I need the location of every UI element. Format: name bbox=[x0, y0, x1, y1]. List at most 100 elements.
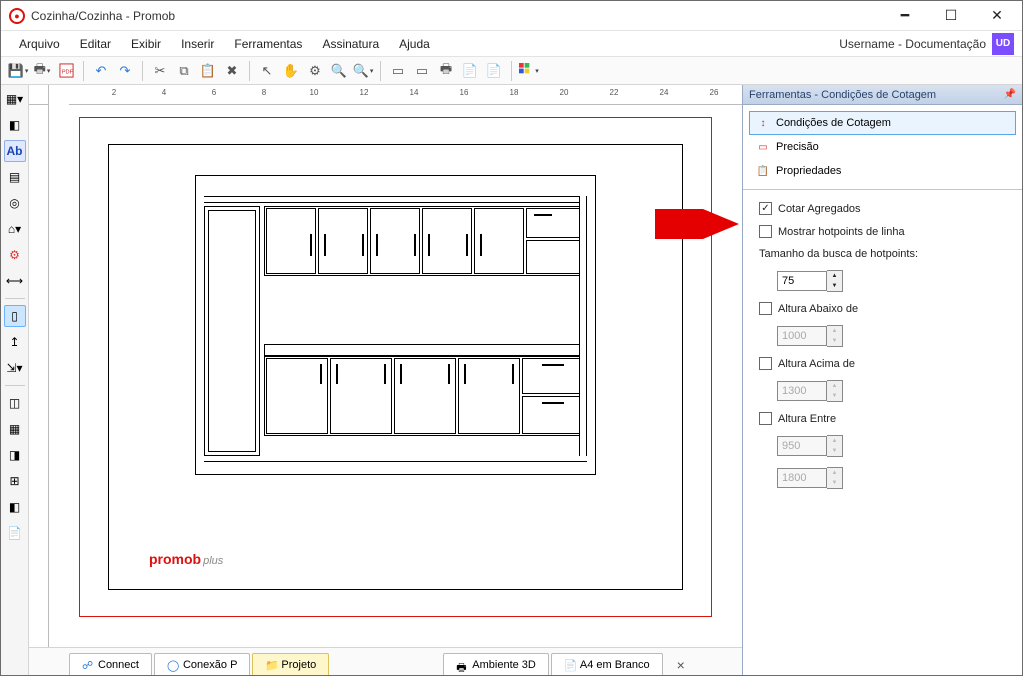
palette-icon[interactable]: ▾ bbox=[518, 60, 540, 82]
spin-down-icon[interactable]: ▼ bbox=[827, 391, 842, 401]
tool-misc1-icon[interactable]: ◫ bbox=[4, 392, 26, 414]
section-condicoes[interactable]: ↕Condições de Cotagem bbox=[749, 111, 1016, 135]
tool-grid-icon[interactable]: ▦▾ bbox=[4, 88, 26, 110]
entre1-value[interactable] bbox=[777, 436, 827, 456]
tab-projeto[interactable]: 📁Projeto bbox=[252, 653, 329, 675]
option-altura-entre[interactable]: Altura Entre bbox=[759, 412, 1006, 425]
rect-icon[interactable]: ▭ bbox=[411, 60, 433, 82]
print2-icon[interactable]: 🖶 bbox=[435, 60, 457, 82]
tool-misc3-icon[interactable]: ◨ bbox=[4, 444, 26, 466]
kitchen-drawing bbox=[204, 184, 587, 466]
pdf-icon[interactable]: PDF bbox=[55, 60, 77, 82]
menu-arquivo[interactable]: Arquivo bbox=[9, 34, 70, 54]
tool-misc5-icon[interactable]: ◧ bbox=[4, 496, 26, 518]
spin-up-icon[interactable]: ▲ bbox=[827, 326, 842, 336]
user-block[interactable]: Username - Documentação UD bbox=[839, 33, 1014, 55]
checkbox-entre[interactable] bbox=[759, 412, 772, 425]
panel-title: Ferramentas - Condições de Cotagem bbox=[749, 89, 936, 101]
spin-up-icon[interactable]: ▲ bbox=[827, 381, 842, 391]
menu-ferramentas[interactable]: Ferramentas bbox=[224, 34, 312, 54]
spin-down-icon[interactable]: ▼ bbox=[827, 478, 842, 488]
page-icon[interactable]: 📄 bbox=[459, 60, 481, 82]
close-button[interactable]: ✕ bbox=[974, 1, 1020, 31]
checkbox-mostrar[interactable] bbox=[759, 225, 772, 238]
tool-dim-icon[interactable]: ⟷ bbox=[4, 270, 26, 292]
cut-icon[interactable]: ✂ bbox=[149, 60, 171, 82]
entre2-value[interactable] bbox=[777, 468, 827, 488]
option-altura-acima[interactable]: Altura Acima de bbox=[759, 357, 1006, 370]
menu-exibir[interactable]: Exibir bbox=[121, 34, 171, 54]
brand-logo: promobplus bbox=[149, 551, 223, 567]
print-icon[interactable]: 🖶▾ bbox=[31, 60, 53, 82]
tab-a4[interactable]: 📄A4 em Branco bbox=[551, 653, 663, 675]
option-mostrar-hotpoints[interactable]: Mostrar hotpoints de linha bbox=[759, 225, 1006, 238]
zoom-in-icon[interactable]: 🔍 bbox=[328, 60, 350, 82]
input-entre1[interactable]: ▲▼ bbox=[777, 435, 849, 457]
hand-icon[interactable]: ✋ bbox=[280, 60, 302, 82]
delete-icon[interactable]: ✖ bbox=[221, 60, 243, 82]
spin-up-icon[interactable]: ▲ bbox=[827, 436, 842, 446]
tool-doc-icon[interactable]: 📄 bbox=[4, 522, 26, 544]
tool-house-icon[interactable]: ⌂▾ bbox=[4, 218, 26, 240]
checkbox-abaixo[interactable] bbox=[759, 302, 772, 315]
menu-editar[interactable]: Editar bbox=[70, 34, 121, 54]
paste-icon[interactable]: 📋 bbox=[197, 60, 219, 82]
tool-puzzle-icon[interactable]: ⚙ bbox=[4, 244, 26, 266]
app-icon: ● bbox=[9, 8, 25, 24]
section-precisao[interactable]: ▭Precisão bbox=[749, 135, 1016, 159]
copy-icon[interactable]: ⧉ bbox=[173, 60, 195, 82]
menu-inserir[interactable]: Inserir bbox=[171, 34, 224, 54]
ruler-vertical bbox=[29, 105, 49, 647]
spin-down-icon[interactable]: ▼ bbox=[827, 336, 842, 346]
tamanho-value[interactable] bbox=[777, 271, 827, 291]
rect-dashed-icon[interactable]: ▭ bbox=[387, 60, 409, 82]
tab-ambiente[interactable]: 🖶Ambiente 3D bbox=[443, 653, 549, 675]
input-tamanho[interactable]: ▲▼ bbox=[777, 270, 849, 292]
tool-rect-sel-icon[interactable]: ▯ bbox=[4, 305, 26, 327]
save-icon[interactable]: 💾▾ bbox=[7, 60, 29, 82]
abaixo-value[interactable] bbox=[777, 326, 827, 346]
zoom-fit-icon[interactable]: 🔍▾ bbox=[352, 60, 374, 82]
tool-shape-icon[interactable]: ◧ bbox=[4, 114, 26, 136]
spin-up-icon[interactable]: ▲ bbox=[827, 271, 842, 281]
input-abaixo[interactable]: ▲▼ bbox=[777, 325, 849, 347]
right-panel: Ferramentas - Condições de Cotagem 📌 ↕Co… bbox=[742, 85, 1022, 675]
undo-icon[interactable]: ↶ bbox=[90, 60, 112, 82]
spin-down-icon[interactable]: ▼ bbox=[827, 281, 842, 291]
tab-conexao[interactable]: ◯Conexão P bbox=[154, 653, 250, 675]
tab-close-button[interactable]: × bbox=[671, 655, 691, 675]
zoom-region-icon[interactable]: ⚙ bbox=[304, 60, 326, 82]
panel-sections: ↕Condições de Cotagem ▭Precisão 📋Proprie… bbox=[743, 105, 1022, 190]
input-acima[interactable]: ▲▼ bbox=[777, 380, 849, 402]
spin-down-icon[interactable]: ▼ bbox=[827, 446, 842, 456]
tool-misc4-icon[interactable]: ⊞ bbox=[4, 470, 26, 492]
menu-assinatura[interactable]: Assinatura bbox=[312, 34, 389, 54]
page-frame: promobplus bbox=[108, 144, 683, 590]
svg-text:PDF: PDF bbox=[61, 69, 73, 75]
tool-misc2-icon[interactable]: ▦ bbox=[4, 418, 26, 440]
checkbox-cotar[interactable]: ✓ bbox=[759, 202, 772, 215]
section-propriedades[interactable]: 📋Propriedades bbox=[749, 159, 1016, 183]
menu-ajuda[interactable]: Ajuda bbox=[389, 34, 440, 54]
tool-arrow-down-icon[interactable]: ⇲▾ bbox=[4, 357, 26, 379]
page2-icon[interactable]: 📄 bbox=[483, 60, 505, 82]
input-entre2[interactable]: ▲▼ bbox=[777, 467, 849, 489]
checkbox-acima[interactable] bbox=[759, 357, 772, 370]
document-tabs: ☍Connect ◯Conexão P 📁Projeto 🖶Ambiente 3… bbox=[29, 647, 742, 675]
tool-target-icon[interactable]: ◎ bbox=[4, 192, 26, 214]
pin-icon[interactable]: 📌 bbox=[1004, 89, 1016, 100]
tool-text-icon[interactable]: Ab bbox=[4, 140, 26, 162]
pointer-icon[interactable]: ↖ bbox=[256, 60, 278, 82]
tab-connect[interactable]: ☍Connect bbox=[69, 653, 152, 675]
option-altura-abaixo[interactable]: Altura Abaixo de bbox=[759, 302, 1006, 315]
acima-value[interactable] bbox=[777, 381, 827, 401]
tool-barcode-icon[interactable]: ▤ bbox=[4, 166, 26, 188]
spin-up-icon[interactable]: ▲ bbox=[827, 468, 842, 478]
option-cotar-agregados[interactable]: ✓ Cotar Agregados bbox=[759, 202, 1006, 215]
canvas[interactable]: promobplus bbox=[49, 105, 742, 647]
tool-arrow-up-icon[interactable]: ↥ bbox=[4, 331, 26, 353]
maximize-button[interactable]: ☐ bbox=[928, 1, 974, 31]
title-bar: ● Cozinha/Cozinha - Promob ━ ☐ ✕ bbox=[1, 1, 1022, 31]
redo-icon[interactable]: ↷ bbox=[114, 60, 136, 82]
minimize-button[interactable]: ━ bbox=[882, 1, 928, 31]
